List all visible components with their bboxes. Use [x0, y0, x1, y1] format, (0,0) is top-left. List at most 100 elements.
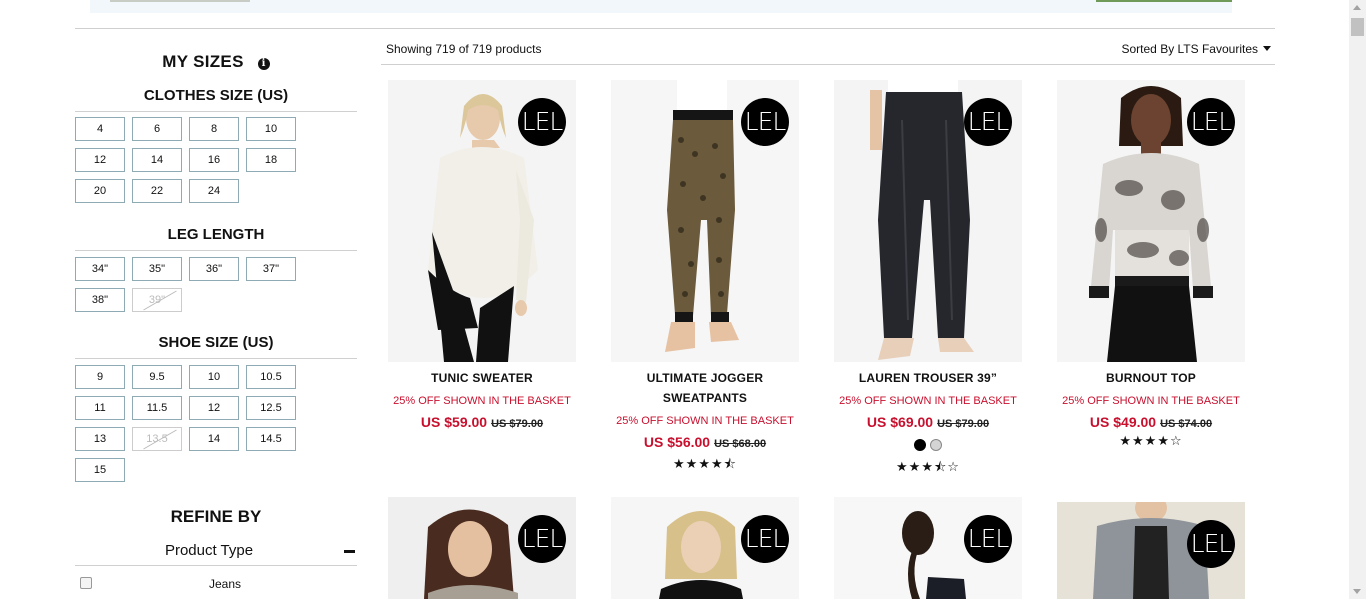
divider	[75, 28, 1275, 29]
sort-dropdown[interactable]: Sorted By LTS Favourites	[1121, 42, 1271, 56]
original-price: US $79.00	[937, 418, 990, 430]
result-count: Showing 719 of 719 products	[386, 42, 542, 56]
size-option[interactable]: 9.5	[132, 365, 182, 389]
product-type-label: Product Type	[164, 542, 254, 559]
product-name[interactable]: ULTIMATE JOGGER SWEATPANTS	[604, 368, 806, 408]
my-sizes-title: MY SIZES	[162, 52, 244, 71]
divider	[75, 358, 357, 359]
size-option[interactable]: 10	[189, 365, 239, 389]
refine-by-title: REFINE BY	[170, 507, 262, 526]
filter-label: Jeans	[208, 577, 242, 591]
size-option[interactable]: 14	[189, 427, 239, 451]
brand-badge-icon: LEL	[964, 515, 1012, 563]
product-image[interactable]: LEL	[388, 497, 576, 599]
color-swatch-grey[interactable]	[930, 439, 942, 451]
product-image[interactable]: LEL	[1057, 80, 1245, 362]
size-option[interactable]: 12.5	[246, 396, 296, 420]
size-option[interactable]: 6	[132, 117, 182, 141]
divider	[75, 250, 357, 251]
size-option[interactable]: 20	[75, 179, 125, 203]
original-price: US $68.00	[714, 438, 767, 450]
size-option[interactable]: 15	[75, 458, 125, 482]
color-swatch-black[interactable]	[914, 439, 926, 451]
size-option[interactable]: 11.5	[132, 396, 182, 420]
size-option[interactable]: 14	[132, 148, 182, 172]
rating-stars-icon: ★★★⯪☆	[896, 460, 960, 475]
size-option[interactable]: 16	[189, 148, 239, 172]
size-option[interactable]: 10.5	[246, 365, 296, 389]
filter-option[interactable]: Jeans	[75, 574, 357, 594]
scroll-down-icon[interactable]	[1353, 589, 1361, 594]
promo-text: 25% OFF SHOWN IN THE BASKET	[1062, 395, 1240, 407]
banner-strip-left	[110, 0, 250, 2]
size-option[interactable]: 24	[189, 179, 239, 203]
price-row: US $56.00 US $68.00	[604, 434, 806, 450]
size-option[interactable]: 13	[75, 427, 125, 451]
banner-strip-right	[1096, 0, 1232, 2]
product-image[interactable]: LEL	[611, 497, 799, 599]
promo-text: 25% OFF SHOWN IN THE BASKET	[839, 395, 1017, 407]
price-row: US $49.00 US $74.00	[1050, 414, 1252, 430]
brand-badge-icon: LEL	[518, 515, 566, 563]
size-option[interactable]: 9	[75, 365, 125, 389]
size-option[interactable]: 14.5	[246, 427, 296, 451]
size-option[interactable]: 34"	[75, 257, 125, 281]
original-price: US $74.00	[1160, 418, 1213, 430]
size-option[interactable]: 36"	[189, 257, 239, 281]
size-option-unavailable[interactable]: 13.5	[132, 427, 182, 451]
product-name[interactable]: BURNOUT TOP	[1050, 368, 1252, 388]
price-row: US $69.00 US $79.00	[827, 414, 1029, 430]
product-name[interactable]: TUNIC SWEATER	[381, 368, 583, 388]
original-price: US $79.00	[491, 418, 544, 430]
size-option[interactable]: 35"	[132, 257, 182, 281]
size-option[interactable]: 12	[75, 148, 125, 172]
size-option[interactable]: 12	[189, 396, 239, 420]
current-price: US $49.00	[1089, 414, 1157, 430]
product-image[interactable]: LEL	[388, 80, 576, 362]
divider	[75, 111, 357, 112]
size-option-unavailable[interactable]: 39"	[132, 288, 182, 312]
rating-stars-icon: ★★★★⯪	[673, 457, 737, 472]
brand-badge-icon: LEL	[1187, 98, 1235, 146]
price-row: US $59.00 US $79.00	[381, 414, 583, 430]
promo-text: 25% OFF SHOWN IN THE BASKET	[616, 415, 794, 427]
brand-badge-icon: LEL	[741, 98, 789, 146]
scrollbar[interactable]	[1349, 0, 1366, 599]
product-image[interactable]: LEL	[834, 80, 1022, 362]
product-image[interactable]: LEL	[834, 497, 1022, 599]
size-option[interactable]: 37"	[246, 257, 296, 281]
scroll-thumb[interactable]	[1351, 18, 1364, 36]
product-image[interactable]: LEL	[1057, 502, 1245, 599]
brand-badge-icon: LEL	[1187, 520, 1235, 568]
promo-banner[interactable]	[90, 0, 1232, 13]
size-option[interactable]: 4	[75, 117, 125, 141]
caret-down-icon	[1263, 46, 1271, 51]
promo-text: 25% OFF SHOWN IN THE BASKET	[393, 395, 571, 407]
shoe-size-title: SHOE SIZE (US)	[158, 334, 274, 351]
product-name[interactable]: LAUREN TROUSER 39”	[827, 368, 1029, 388]
brand-badge-icon: LEL	[964, 98, 1012, 146]
size-option[interactable]: 11	[75, 396, 125, 420]
current-price: US $69.00	[866, 414, 934, 430]
leg-length-title: LEG LENGTH	[167, 226, 265, 243]
size-option[interactable]: 22	[132, 179, 182, 203]
my-sizes-heading: MY SIZES i	[75, 52, 357, 72]
current-price: US $59.00	[420, 414, 488, 430]
size-option[interactable]: 8	[189, 117, 239, 141]
divider	[381, 64, 1275, 65]
brand-badge-icon: LEL	[741, 515, 789, 563]
size-option[interactable]: 10	[246, 117, 296, 141]
info-icon[interactable]: i	[257, 58, 270, 70]
product-image[interactable]: LEL	[611, 80, 799, 362]
size-option[interactable]: 18	[246, 148, 296, 172]
current-price: US $56.00	[643, 434, 711, 450]
scroll-up-icon[interactable]	[1353, 5, 1361, 10]
rating-stars-icon: ★★★★☆	[1119, 434, 1183, 449]
size-option[interactable]: 38"	[75, 288, 125, 312]
collapse-minus-icon[interactable]	[344, 550, 355, 553]
sort-label: Sorted By LTS Favourites	[1121, 42, 1259, 56]
brand-badge-icon: LEL	[518, 98, 566, 146]
clothes-size-title: CLOTHES SIZE (US)	[143, 87, 289, 104]
product-type-toggle[interactable]: Product Type	[75, 539, 357, 566]
color-swatches	[827, 438, 1029, 456]
